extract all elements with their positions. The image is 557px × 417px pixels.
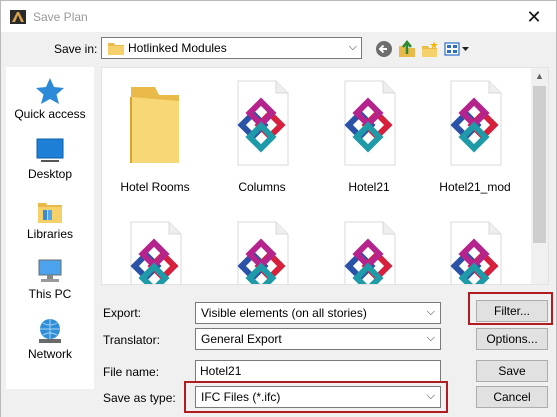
place-desktop[interactable]: Desktop xyxy=(6,137,94,181)
export-label: Export: xyxy=(103,306,142,320)
scrollbar-thumb[interactable] xyxy=(533,86,546,243)
chevron-down-icon: ⌵ xyxy=(426,306,435,318)
place-this-pc[interactable]: This PC xyxy=(6,257,94,301)
save-in-label: Save in: xyxy=(54,42,98,56)
filter-highlight-box xyxy=(468,292,553,325)
place-label: Libraries xyxy=(26,227,74,241)
cancel-button[interactable]: Cancel xyxy=(476,386,548,408)
file-name-input[interactable]: Hotel21 xyxy=(195,360,441,382)
save-in-dropdown[interactable]: Hotlinked Modules ⌵ xyxy=(101,37,362,59)
file-item-ifc[interactable] xyxy=(212,216,312,284)
place-libraries[interactable]: Libraries xyxy=(6,197,94,241)
vertical-scrollbar[interactable]: ▲ xyxy=(531,68,548,284)
file-item-ifc[interactable] xyxy=(105,216,205,284)
ifc-file-icon xyxy=(237,80,289,166)
folder-icon xyxy=(108,43,124,55)
save-in-value: Hotlinked Modules xyxy=(128,41,227,55)
this-pc-icon xyxy=(38,259,62,282)
window-border-left xyxy=(0,32,1,417)
ifc-file-icon xyxy=(450,80,502,166)
file-name-value: Hotel21 xyxy=(200,364,242,378)
new-folder-icon[interactable] xyxy=(421,40,439,58)
file-item-ifc[interactable]: Hotel21 xyxy=(319,75,419,194)
save-as-type-highlight-box xyxy=(184,381,448,413)
place-label: This PC xyxy=(28,287,72,301)
view-menu-icon[interactable] xyxy=(444,40,470,58)
ifc-file-icon xyxy=(344,221,396,284)
place-label: Desktop xyxy=(27,167,73,181)
file-item-ifc[interactable] xyxy=(319,216,419,284)
up-folder-icon[interactable] xyxy=(398,40,416,58)
file-item-ifc[interactable]: Hotel21_mod xyxy=(425,75,525,194)
file-list-view[interactable]: Hotel Rooms Columns Hotel21 Hotel21_mod … xyxy=(101,67,549,285)
close-icon[interactable]: ✕ xyxy=(522,5,546,29)
ifc-file-icon xyxy=(450,221,502,284)
file-item-folder[interactable]: Hotel Rooms xyxy=(105,75,205,194)
window-title: Save Plan xyxy=(33,10,88,24)
export-dropdown[interactable]: Visible elements (on all stories) ⌵ xyxy=(195,302,441,324)
chevron-down-icon: ⌵ xyxy=(426,332,435,344)
file-name: Hotel Rooms xyxy=(120,180,190,194)
file-name: Hotel21 xyxy=(348,180,390,194)
translator-value: General Export xyxy=(201,332,282,346)
places-bar: Quick access Desktop Libraries This PC N… xyxy=(6,67,94,389)
file-name-label: File name: xyxy=(103,365,160,379)
place-label: Network xyxy=(27,347,72,361)
quick-access-star-icon xyxy=(36,78,64,104)
place-quick-access[interactable]: Quick access xyxy=(6,77,94,121)
title-bar: Save Plan ✕ xyxy=(0,0,557,32)
ifc-file-icon xyxy=(130,221,182,284)
libraries-icon xyxy=(38,203,62,223)
desktop-icon xyxy=(36,138,64,162)
network-icon xyxy=(39,319,61,343)
file-item-ifc[interactable] xyxy=(425,216,525,284)
ifc-file-icon xyxy=(237,221,289,284)
save-button[interactable]: Save xyxy=(476,360,548,382)
file-name: Columns xyxy=(238,180,286,194)
options-button[interactable]: Options... xyxy=(476,328,548,350)
scroll-up-icon[interactable]: ▲ xyxy=(531,68,548,85)
translator-label: Translator: xyxy=(103,333,160,347)
export-value: Visible elements (on all stories) xyxy=(201,306,367,320)
file-item-ifc[interactable]: Columns xyxy=(212,75,312,194)
place-label: Quick access xyxy=(14,107,86,121)
place-network[interactable]: Network xyxy=(6,317,94,361)
chevron-down-icon: ⌵ xyxy=(348,41,357,53)
file-name: Hotel21_mod xyxy=(439,180,511,194)
save-as-type-label: Save as type: xyxy=(103,391,176,405)
translator-dropdown[interactable]: General Export ⌵ xyxy=(195,328,441,350)
folder-icon xyxy=(130,87,179,163)
ifc-file-icon xyxy=(344,80,396,166)
back-icon[interactable] xyxy=(375,40,393,58)
archicad-app-icon xyxy=(10,10,26,24)
